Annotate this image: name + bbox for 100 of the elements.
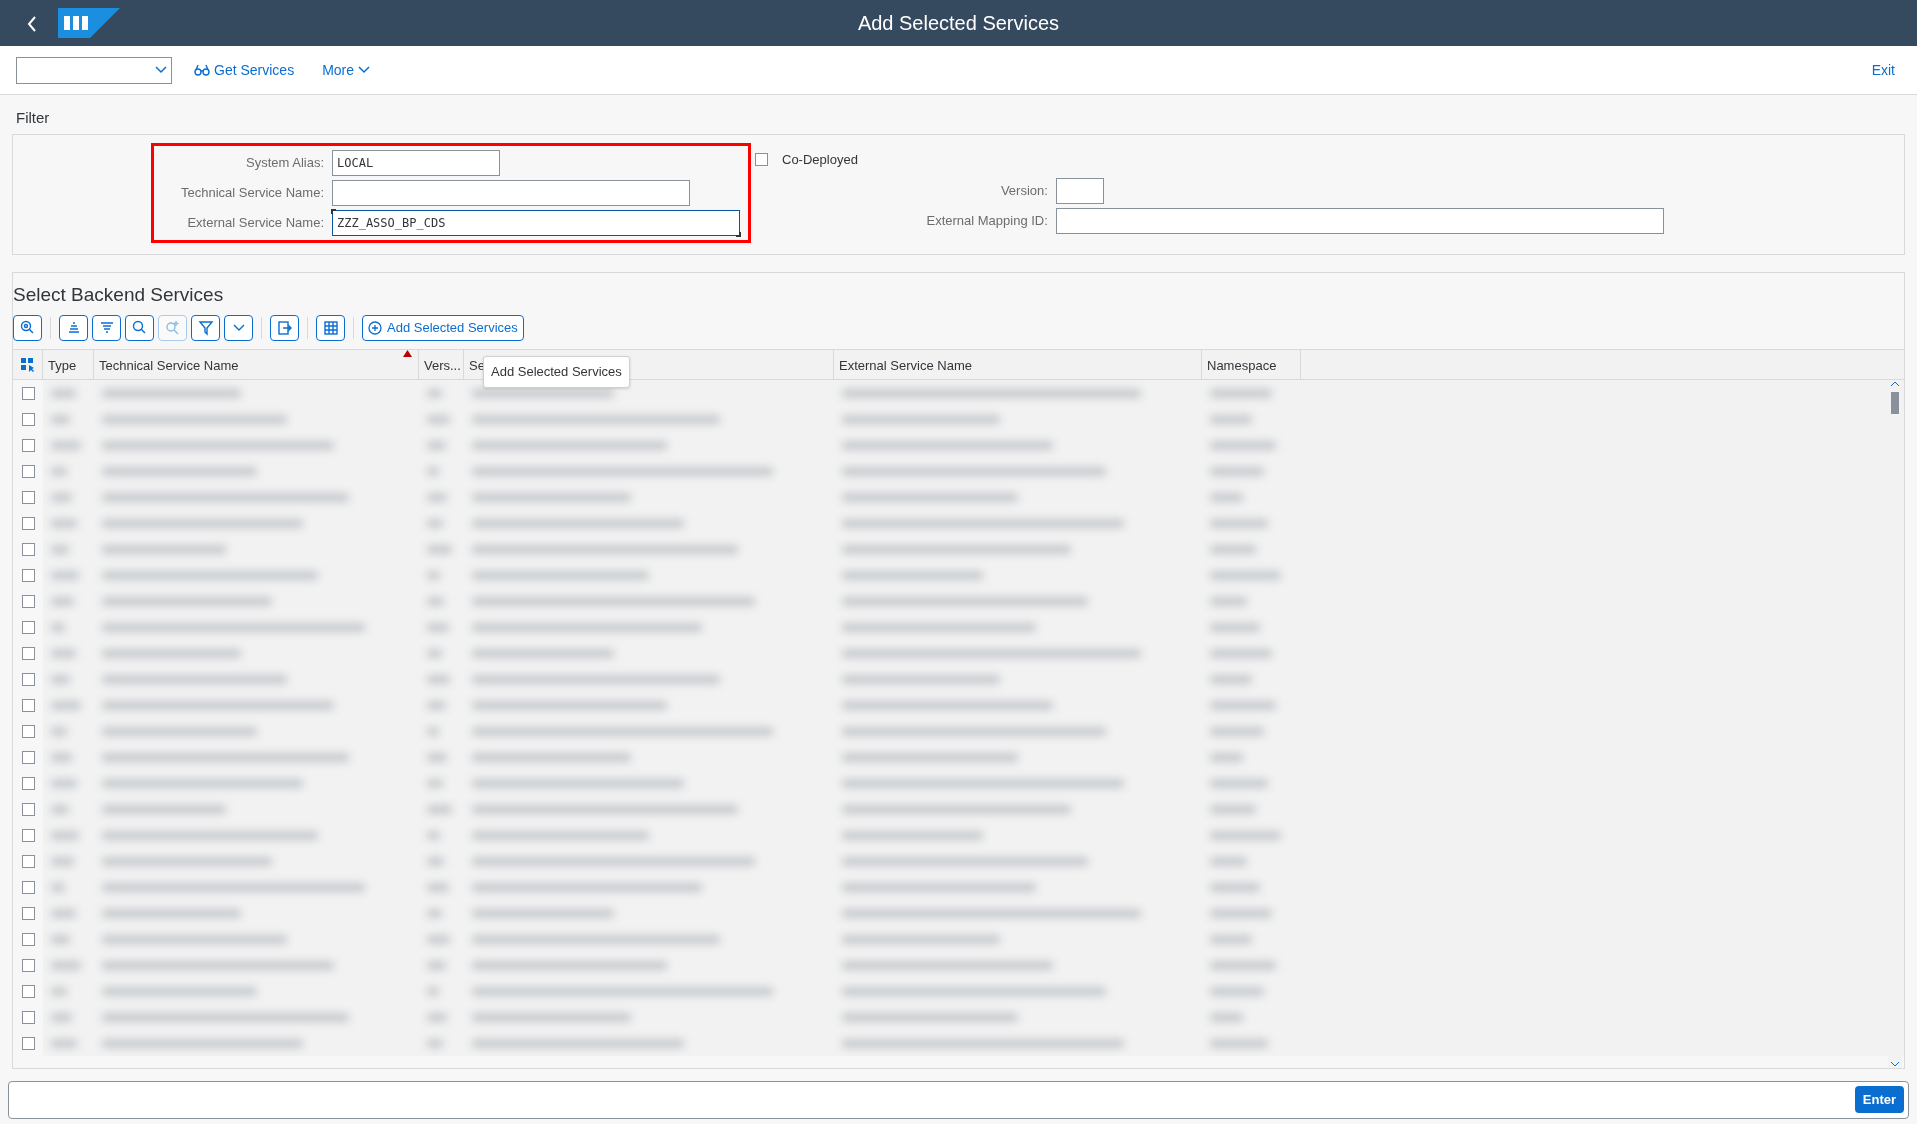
redacted-text	[1210, 908, 1272, 918]
redacted-text	[51, 570, 79, 580]
dropdown-field[interactable]	[16, 56, 172, 84]
column-header[interactable]: Vers...	[419, 350, 464, 379]
redacted-text	[1210, 830, 1281, 840]
grid-button[interactable]	[316, 315, 345, 341]
field-label: Technical Service Name:	[179, 183, 324, 202]
export-button[interactable]	[270, 315, 299, 341]
redacted-text	[51, 1038, 77, 1048]
filter-icon	[196, 319, 215, 337]
row-checkbox[interactable]	[21, 880, 35, 894]
redacted-text	[1210, 596, 1247, 606]
get-services-button[interactable]: Get Services	[188, 57, 301, 83]
tooltip: Add Selected Services	[483, 356, 630, 388]
column-header[interactable]: Type	[43, 350, 94, 379]
redacted-text	[51, 414, 70, 424]
redacted-text	[427, 804, 452, 814]
row-checkbox[interactable]	[21, 776, 35, 790]
row-checkbox[interactable]	[21, 646, 35, 660]
caret-button[interactable]	[224, 315, 253, 341]
row-checkbox[interactable]	[21, 1036, 35, 1050]
scroll-down-icon[interactable]	[1890, 1059, 1900, 1068]
zoom-in-icon	[163, 319, 182, 337]
row-checkbox[interactable]	[21, 672, 35, 686]
redacted-text	[1210, 752, 1243, 762]
page-title: Add Selected Services	[857, 11, 1060, 36]
add-selected-services-button[interactable]: Add Selected Services	[362, 315, 524, 341]
search-button[interactable]	[125, 315, 154, 341]
redacted-text	[1210, 544, 1256, 554]
scrollbar[interactable]	[1888, 380, 1902, 1068]
redacted-text	[427, 518, 443, 528]
row-checkbox[interactable]	[21, 438, 35, 452]
select-all-icon	[19, 356, 36, 373]
input-field[interactable]	[332, 179, 690, 206]
scroll-up-icon[interactable]	[1890, 380, 1900, 388]
row-checkbox[interactable]	[21, 906, 35, 920]
redacted-text	[1210, 856, 1247, 866]
filter-button[interactable]	[191, 315, 220, 341]
row-checkbox[interactable]	[21, 932, 35, 946]
redacted-text	[1210, 726, 1264, 736]
column-header[interactable]: Technical Service Name	[94, 350, 419, 379]
redacted-text	[427, 440, 446, 450]
row-checkbox[interactable]	[21, 724, 35, 738]
redacted-text	[427, 674, 450, 684]
redacted-text	[1210, 388, 1272, 398]
enter-button[interactable]: Enter	[1854, 1085, 1904, 1114]
redacted-text	[51, 778, 77, 788]
row-checkbox[interactable]	[21, 984, 35, 998]
redacted-text	[51, 1012, 72, 1022]
row-checkbox[interactable]	[21, 386, 35, 400]
more-menu-button[interactable]: More	[316, 57, 377, 83]
scroll-thumb[interactable]	[1891, 392, 1899, 414]
redacted-text	[51, 492, 72, 502]
row-checkbox[interactable]	[21, 854, 35, 868]
redacted-text	[1210, 622, 1260, 632]
redacted-text	[1210, 570, 1281, 580]
command-field[interactable]: Enter	[8, 1080, 1909, 1119]
redacted-text	[51, 518, 77, 528]
export-icon	[275, 319, 294, 337]
row-checkbox[interactable]	[21, 594, 35, 608]
stack-button[interactable]	[59, 315, 88, 341]
input-field[interactable]	[1055, 207, 1664, 234]
redacted-text	[1210, 414, 1252, 424]
row-checkbox[interactable]	[21, 568, 35, 582]
section-title: Select Backend Services	[13, 282, 225, 307]
row-checkbox[interactable]	[21, 698, 35, 712]
redacted-text	[51, 934, 70, 944]
row-checkbox[interactable]	[21, 464, 35, 478]
field-label: External Service Name:	[186, 213, 324, 232]
lines-button[interactable]	[92, 315, 121, 341]
logo-icon	[58, 8, 120, 38]
field-label: Version:	[999, 181, 1048, 200]
redacted-text	[427, 492, 447, 502]
redacted-text	[51, 596, 74, 606]
exit-button[interactable]: Exit	[1865, 57, 1901, 83]
zoom-button[interactable]	[13, 315, 42, 341]
redacted-text	[427, 882, 449, 892]
input-field[interactable]: LOCAL	[332, 149, 500, 176]
column-header[interactable]: External Service Name	[834, 350, 1202, 379]
row-checkbox[interactable]	[21, 750, 35, 764]
row-checkbox[interactable]	[21, 1010, 35, 1024]
row-checkbox[interactable]	[21, 516, 35, 530]
caret-icon	[358, 66, 371, 74]
row-checkbox[interactable]	[21, 542, 35, 556]
column-header[interactable]: Namespace	[1202, 350, 1301, 379]
row-checkbox[interactable]	[21, 412, 35, 426]
redacted-text	[1210, 648, 1272, 658]
input-field[interactable]: ZZZ_ASSO_BP_CDS	[332, 209, 740, 236]
row-checkbox[interactable]	[21, 828, 35, 842]
row-checkbox[interactable]	[21, 802, 35, 816]
row-checkbox[interactable]	[21, 490, 35, 504]
row-checkbox[interactable]	[21, 958, 35, 972]
input-field[interactable]	[1055, 177, 1104, 204]
checkbox[interactable]	[755, 152, 768, 166]
redacted-text	[1210, 882, 1260, 892]
redacted-text	[427, 960, 446, 970]
field-label: System Alias:	[244, 153, 324, 172]
redacted-text	[1210, 466, 1264, 476]
redacted-text	[427, 1012, 447, 1022]
row-checkbox[interactable]	[21, 620, 35, 634]
